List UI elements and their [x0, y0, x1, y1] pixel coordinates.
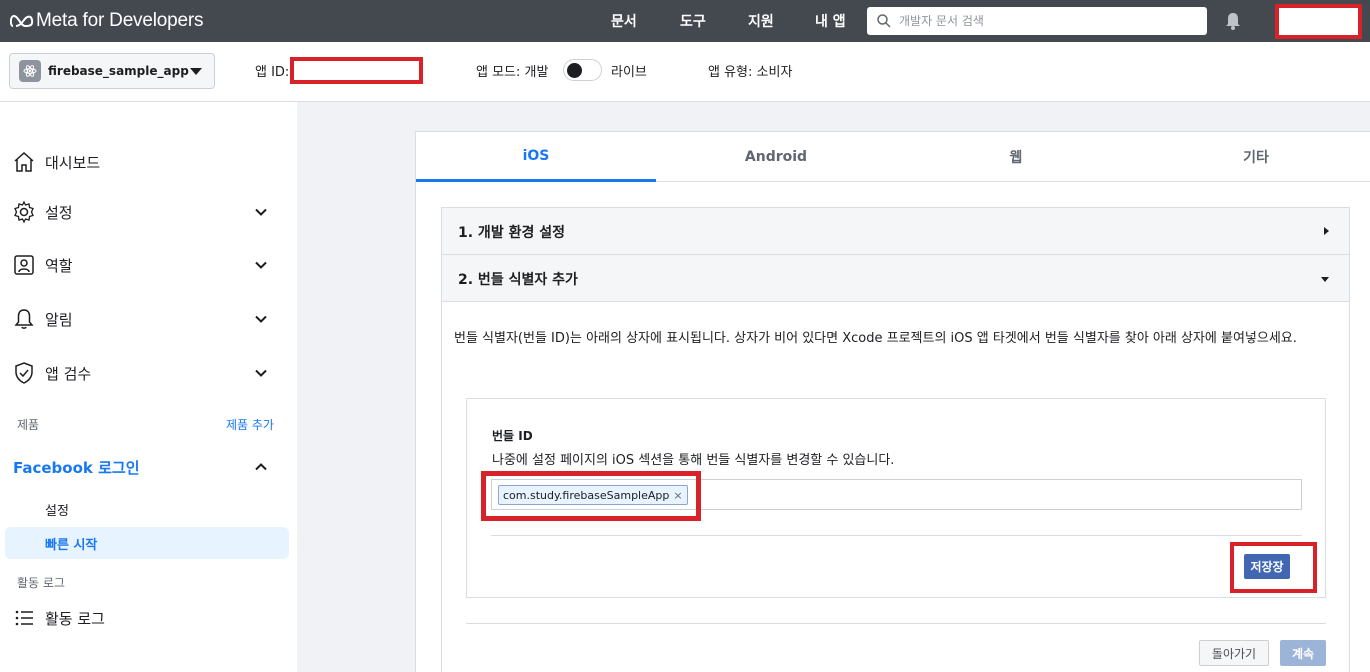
sidebar-item-roles[interactable]: 역할: [0, 248, 297, 282]
app-name: firebase_sample_app: [48, 64, 189, 78]
chevron-down-icon: [255, 315, 267, 323]
chevron-down-icon: [190, 68, 202, 75]
app-selector-dropdown[interactable]: firebase_sample_app: [9, 53, 215, 89]
continue-button[interactable]: 계속: [1280, 640, 1326, 666]
caret-down-icon: [1321, 277, 1329, 282]
bundle-id-panel: 번들 ID 나중에 설정 페이지의 iOS 섹션을 통해 번들 식별자를 변경할…: [466, 398, 1326, 598]
search-icon: [877, 14, 891, 28]
bell-outline-icon: [14, 309, 34, 329]
step-bundle-identifier[interactable]: 2. 번들 식별자 추가: [442, 255, 1349, 302]
chevron-down-icon: [255, 369, 267, 377]
back-button[interactable]: 돌아가기: [1199, 640, 1269, 666]
sidebar-item-label: 활동 로그: [45, 609, 105, 628]
caret-right-icon: [1324, 227, 1329, 235]
app-mode-toggle[interactable]: [563, 59, 602, 81]
sidebar-item-label: 역할: [45, 256, 73, 275]
app-icon: [19, 60, 41, 82]
top-navigation-bar: Meta for Developers 문서 도구 지원 내 앱: [0, 0, 1370, 42]
shield-check-icon: [15, 362, 33, 384]
app-type: 앱 유형: 소비자: [708, 61, 792, 80]
add-product-link[interactable]: 제품 추가: [226, 416, 274, 433]
chevron-up-icon[interactable]: [254, 460, 268, 474]
platform-tabs: iOS Android 웹 기타: [416, 132, 1370, 182]
step-dev-environment[interactable]: 1. 개발 환경 설정: [442, 208, 1349, 255]
setup-steps: 1. 개발 환경 설정 2. 번들 식별자 추가 번들 식별자(번들 ID)는 …: [441, 207, 1350, 672]
sidebar-subitem-label: 빠른 시작: [45, 538, 98, 553]
app-bar: firebase_sample_app 앱 ID: 앱 모드: 개발 라이브 앱…: [0, 42, 1370, 102]
sidebar-item-settings[interactable]: 설정: [0, 195, 297, 229]
app-mode-label: 앱 모드:: [476, 65, 521, 80]
search-input[interactable]: [899, 14, 1207, 28]
nav-docs[interactable]: 문서: [611, 0, 637, 42]
app-type-value: 소비자: [756, 65, 793, 80]
app-mode-dev: 개발: [524, 65, 549, 80]
divider: [466, 623, 1326, 624]
meta-logo[interactable]: Meta for Developers: [10, 9, 203, 33]
nav-my-apps[interactable]: 내 앱: [815, 0, 846, 42]
divider: [491, 535, 1302, 536]
tab-android[interactable]: Android: [656, 132, 896, 182]
sidebar-item-dashboard[interactable]: 대시보드: [0, 145, 297, 179]
home-icon: [14, 151, 34, 172]
app-id-label: 앱 ID:: [255, 65, 290, 80]
redacted-app-id-highlight: [290, 57, 423, 84]
app-type-label: 앱 유형:: [708, 65, 753, 80]
step-title: 2. 번들 식별자 추가: [458, 272, 578, 288]
sidebar-item-label: 앱 검수: [45, 364, 92, 383]
token-highlight: [481, 471, 701, 521]
brand-name: Meta for Developers: [36, 10, 204, 31]
bundle-id-title: 번들 ID: [492, 429, 533, 443]
sidebar-item-label: 알림: [45, 310, 73, 329]
app-mode: 앱 모드: 개발: [476, 61, 548, 80]
sidebar-item-alerts[interactable]: 알림: [0, 302, 297, 336]
bundle-description: 번들 식별자(번들 ID)는 아래의 상자에 표시됩니다. 상자가 비어 있다면…: [454, 331, 1297, 346]
bundle-id-help: 나중에 설정 페이지의 iOS 섹션을 통해 번들 식별자를 변경할 수 있습니…: [492, 453, 895, 468]
tab-web[interactable]: 웹: [896, 132, 1136, 182]
search-box[interactable]: [867, 7, 1207, 35]
sidebar: 대시보드 설정 역할 알림 앱 검수 제품 제품 추가 Facebook 로그인…: [0, 102, 297, 672]
tab-ios[interactable]: iOS: [416, 132, 656, 182]
save-button-highlight: [1230, 542, 1317, 593]
sidebar-item-label: 설정: [45, 203, 73, 222]
tab-other[interactable]: 기타: [1136, 132, 1370, 182]
sidebar-item-label: 대시보드: [45, 153, 101, 172]
nav-tools[interactable]: 도구: [680, 0, 706, 42]
nav-support[interactable]: 지원: [748, 0, 774, 42]
quickstart-card: iOS Android 웹 기타 1. 개발 환경 설정 2. 번들 식별자 추…: [415, 131, 1370, 672]
id-badge-icon: [14, 255, 34, 275]
chevron-down-icon: [255, 261, 267, 269]
sidebar-item-app-review[interactable]: 앱 검수: [0, 356, 297, 390]
sidebar-subitem-quickstart[interactable]: 빠른 시작: [5, 527, 289, 559]
app-mode-live: 라이브: [611, 65, 647, 80]
list-icon: [15, 610, 33, 626]
step-title: 1. 개발 환경 설정: [458, 225, 565, 241]
toggle-knob: [567, 63, 582, 78]
activity-section-label: 활동 로그: [17, 576, 65, 590]
gear-icon: [14, 200, 34, 224]
sidebar-item-activity-log[interactable]: 활동 로그: [0, 601, 297, 635]
products-section-label: 제품: [17, 418, 40, 432]
sidebar-item-facebook-login[interactable]: Facebook 로그인: [13, 457, 140, 478]
chevron-down-icon: [255, 208, 267, 216]
meta-infinity-icon: [10, 14, 34, 28]
redacted-profile-highlight[interactable]: [1275, 4, 1362, 39]
sidebar-subitem-settings[interactable]: 설정: [45, 500, 69, 519]
bell-icon[interactable]: [1223, 11, 1243, 31]
